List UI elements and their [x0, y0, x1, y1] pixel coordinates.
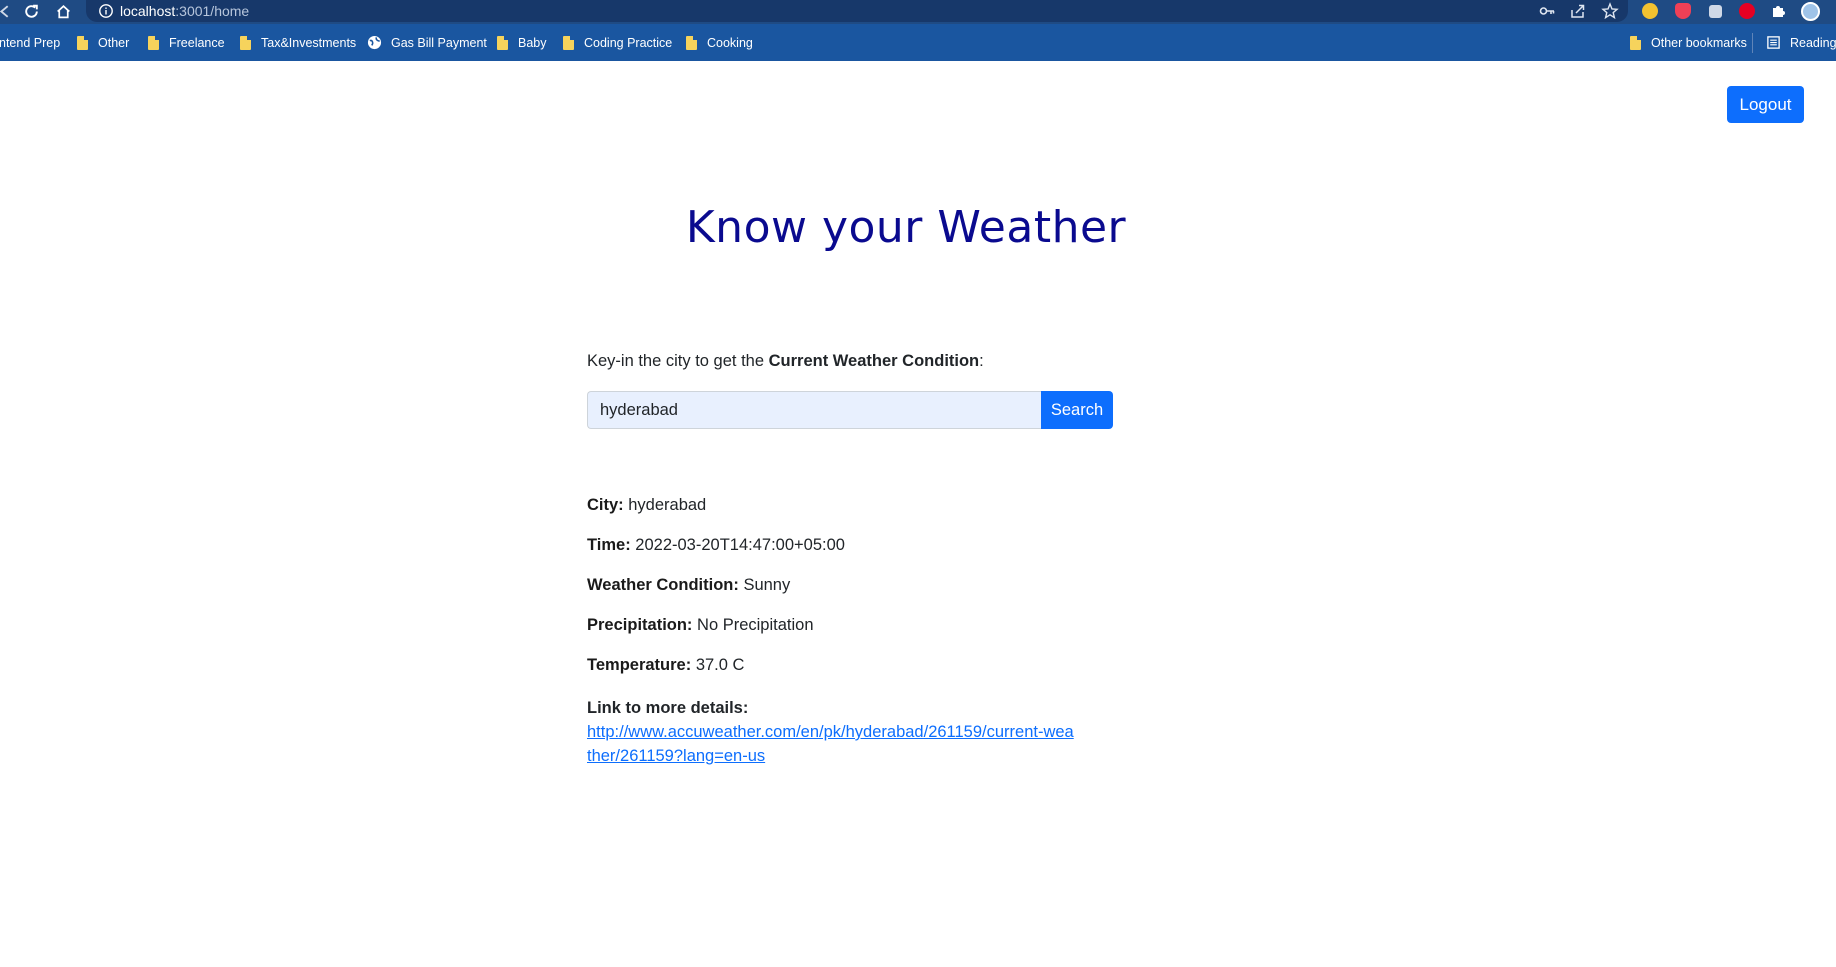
bookmark-cooking[interactable]: Cooking	[686, 24, 753, 61]
accuweather-link[interactable]: http://www.accuweather.com/en/pk/hyderab…	[587, 723, 1074, 765]
bookmark-tax-investments[interactable]: Tax&Investments	[240, 24, 356, 61]
bookmark-label: Cooking	[707, 35, 753, 50]
result-details-link: Link to more details: http://www.accuwea…	[587, 696, 1077, 768]
page-title: Know your Weather	[685, 202, 1127, 253]
reload-icon[interactable]	[19, 0, 43, 22]
url-path: :3001/home	[175, 3, 250, 19]
bookmark-frontend-prep[interactable]: ntend Prep	[0, 24, 60, 61]
share-icon[interactable]	[1569, 2, 1587, 20]
bookmarks-bar: ntend Prep Other Freelance Tax&Investmen…	[0, 24, 1836, 61]
precipitation-label: Precipitation:	[587, 616, 693, 634]
reading-list[interactable]: Reading	[1766, 24, 1836, 61]
bookmark-freelance[interactable]: Freelance	[148, 24, 225, 61]
result-condition: Weather Condition: Sunny	[587, 576, 790, 595]
folder-icon	[497, 35, 508, 50]
bookmark-label: Coding Practice	[584, 35, 673, 50]
bookmark-label: Freelance	[169, 35, 225, 50]
bookmark-star-icon[interactable]	[1601, 2, 1619, 20]
pinterest-icon[interactable]	[1737, 1, 1757, 21]
bookmark-other[interactable]: Other	[77, 24, 129, 61]
time-label: Time:	[587, 536, 631, 554]
bookmark-gas-bill-payment[interactable]: Gas Bill Payment	[367, 24, 487, 61]
bookmark-label: Gas Bill Payment	[391, 35, 487, 50]
condition-value: Sunny	[738, 576, 791, 594]
reading-list-label: Reading	[1790, 35, 1836, 50]
logout-button[interactable]: Logout	[1727, 86, 1804, 123]
profile-avatar[interactable]	[1800, 1, 1820, 21]
folder-icon	[240, 35, 251, 50]
city-label: City:	[587, 496, 624, 514]
precipitation-value: No Precipitation	[692, 616, 814, 634]
back-icon[interactable]	[0, 0, 16, 22]
folder-icon	[148, 35, 159, 50]
folder-icon	[1630, 35, 1641, 50]
search-group: Search	[587, 391, 1113, 429]
bookmark-label: Baby	[518, 35, 547, 50]
search-prompt: Key-in the city to get the Current Weath…	[587, 352, 984, 371]
prompt-suffix: :	[979, 352, 984, 370]
result-temperature: Temperature: 37.0 C	[587, 656, 744, 675]
address-bar[interactable]: localhost:3001/home	[86, 0, 1628, 22]
bookmark-label: ntend Prep	[0, 35, 61, 50]
other-bookmarks-label: Other bookmarks	[1651, 35, 1747, 50]
result-precipitation: Precipitation: No Precipitation	[587, 616, 814, 635]
pocket-icon[interactable]	[1673, 1, 1693, 21]
key-icon[interactable]	[1538, 2, 1556, 20]
site-info-icon[interactable]	[98, 3, 114, 19]
prompt-bold: Current Weather Condition	[768, 352, 980, 370]
bookmark-baby[interactable]: Baby	[497, 24, 547, 61]
folder-icon	[563, 35, 574, 50]
bookmark-coding-practice[interactable]: Coding Practice	[563, 24, 672, 61]
home-icon[interactable]	[51, 0, 75, 22]
time-value: 2022-03-20T14:47:00+05:00	[630, 536, 845, 554]
url-text[interactable]: localhost:3001/home	[120, 2, 249, 20]
other-bookmarks[interactable]: Other bookmarks	[1630, 24, 1747, 61]
bookmark-label: Tax&Investments	[261, 35, 357, 50]
result-city: City: hyderabad	[587, 496, 706, 515]
condition-label: Weather Condition:	[587, 576, 739, 594]
link-label: Link to more details:	[587, 699, 749, 717]
folder-icon	[77, 35, 88, 50]
url-host: localhost	[120, 3, 176, 19]
reading-list-icon	[1767, 36, 1780, 49]
puzzle-extensions-icon[interactable]	[1768, 1, 1788, 21]
temperature-label: Temperature:	[587, 656, 692, 674]
globe-icon	[367, 35, 382, 50]
search-button[interactable]: Search	[1041, 391, 1113, 429]
result-time: Time: 2022-03-20T14:47:00+05:00	[587, 536, 845, 555]
emoji-extension-icon[interactable]	[1640, 1, 1660, 21]
extension-badge-icon[interactable]	[1705, 1, 1725, 21]
browser-toolbar: localhost:3001/home	[0, 0, 1836, 24]
bookmarks-divider	[1752, 33, 1753, 53]
folder-icon	[686, 35, 697, 50]
city-value: hyderabad	[623, 496, 707, 514]
city-search-input[interactable]	[587, 391, 1041, 429]
temperature-value: 37.0 C	[691, 656, 745, 674]
prompt-prefix: Key-in the city to get the	[587, 352, 769, 370]
bookmark-label: Other	[98, 35, 130, 50]
